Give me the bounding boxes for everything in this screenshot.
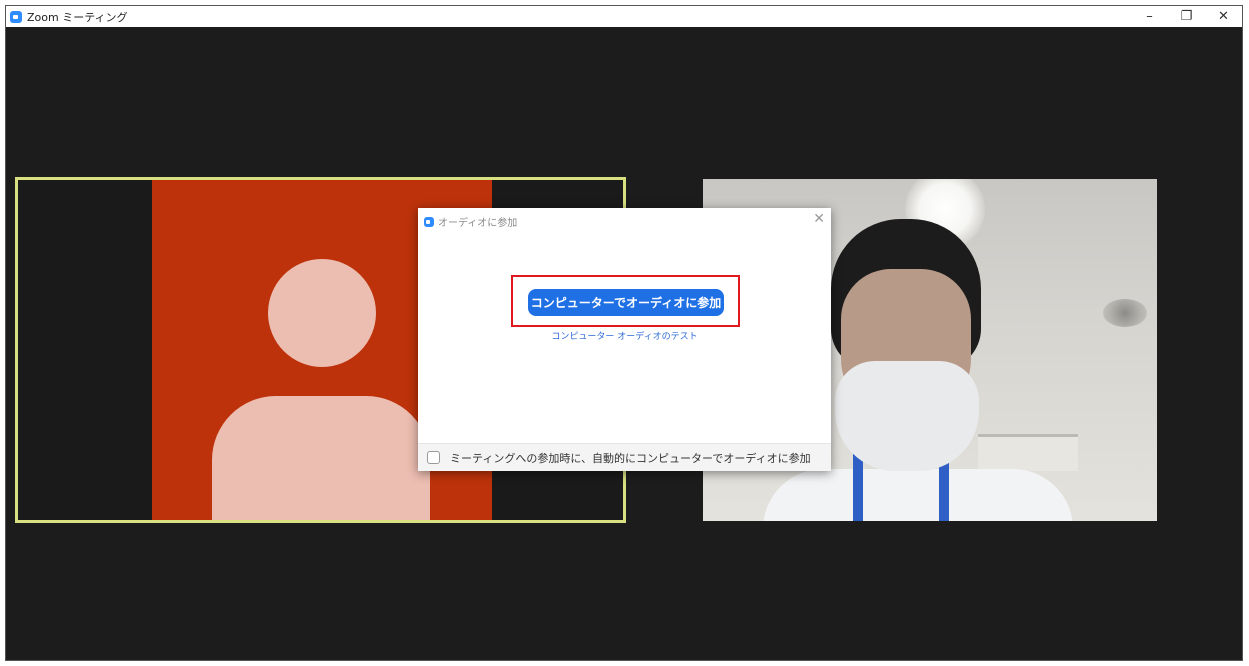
avatar-head — [268, 259, 376, 367]
window-controls: – ❐ ✕ — [1131, 6, 1242, 27]
join-audio-dialog: オーディオに参加 ✕ コンピューターでオーディオに参加 コンピューター オーディ… — [418, 208, 831, 471]
auto-join-label[interactable]: ミーティングへの参加時に、自動的にコンピューターでオーディオに参加 — [450, 450, 811, 466]
dialog-close-icon[interactable]: ✕ — [813, 212, 825, 226]
close-icon[interactable]: ✕ — [1205, 6, 1242, 27]
zoom-app-icon — [10, 10, 22, 23]
auto-join-checkbox[interactable] — [427, 451, 440, 464]
wall-cabinet — [978, 434, 1078, 471]
dialog-footer: ミーティングへの参加時に、自動的にコンピューターでオーディオに参加 — [418, 443, 831, 471]
window-title: Zoom ミーティング — [27, 10, 128, 24]
join-computer-audio-button[interactable]: コンピューターでオーディオに参加 — [528, 289, 724, 316]
ceiling-vent — [1103, 299, 1147, 327]
restore-icon[interactable]: ❐ — [1168, 6, 1205, 27]
minimize-icon[interactable]: – — [1131, 6, 1168, 27]
dialog-title: オーディオに参加 — [424, 214, 517, 229]
person-mask — [835, 361, 979, 471]
dialog-title-text: オーディオに参加 — [438, 218, 518, 229]
title-bar: Zoom ミーティング – ❐ ✕ — [6, 6, 1242, 27]
person-coat — [763, 469, 1073, 521]
zoom-meeting-window: Zoom ミーティング – ❐ ✕ オーディオに参加 ✕ コンピューターでオーデ… — [5, 5, 1243, 661]
zoom-dialog-icon — [424, 216, 434, 227]
test-computer-audio-link[interactable]: コンピューター オーディオのテスト — [418, 329, 831, 342]
avatar-body — [212, 396, 430, 520]
